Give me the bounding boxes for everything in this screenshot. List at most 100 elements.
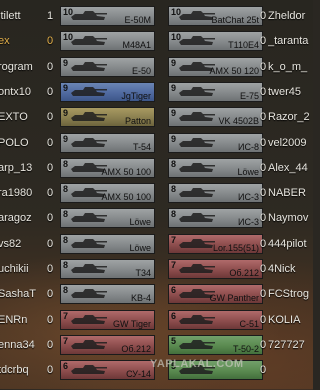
tank-silhouette-icon: [179, 315, 215, 324]
tank-tier: 8: [63, 159, 69, 169]
right-player-name: Naymov: [268, 212, 309, 224]
tank-name: VK 4502B: [218, 116, 259, 126]
tank-silhouette-icon: [179, 264, 215, 273]
right-player-name: twer45: [268, 86, 302, 98]
tank-name: JgTiger: [121, 91, 151, 101]
right-tank-card: 6 C-51: [168, 310, 263, 330]
tank-tier: 8: [63, 209, 69, 219]
left-player-name: POLO: [0, 137, 29, 149]
left-player-frags: 0: [46, 86, 54, 98]
left-player-frags: 1: [46, 10, 54, 22]
right-tank-card: 9 E-75: [168, 82, 263, 102]
tank-silhouette-icon: [179, 340, 215, 349]
tank-silhouette-icon: [71, 87, 107, 96]
tank-silhouette-icon: [71, 315, 107, 324]
watermark: YAPLAKAL.COM: [150, 358, 244, 370]
left-tank-card: 9 Patton: [60, 107, 155, 127]
player-row: SashaT 0 8 KB-4 6 GW Panther 0 FCStrog: [0, 283, 313, 305]
right-player-name: 727727: [268, 339, 305, 351]
right-tank-card: 9 AMX 50 120: [168, 57, 263, 77]
left-player-name: itilett: [0, 10, 21, 22]
tank-name: GW Panther: [209, 293, 259, 303]
tank-silhouette-icon: [71, 213, 107, 222]
right-player-name: Razor_2: [268, 111, 310, 123]
tank-name: T110E4: [228, 40, 259, 50]
tank-name: E-50M: [124, 15, 151, 25]
tank-silhouette-icon: [71, 138, 107, 147]
tank-name: Löwe: [129, 243, 151, 253]
tank-name: Patton: [124, 116, 151, 126]
right-player-name: 444pilot: [268, 238, 307, 250]
tank-tier: 8: [171, 159, 177, 169]
left-player-name: EXTO: [0, 111, 28, 123]
tank-name: M48A1: [122, 40, 151, 50]
left-tank-card: 10 E-50M: [60, 6, 155, 26]
tank-tier: 8: [63, 184, 69, 194]
right-tank-card: 9 ИС-8: [168, 133, 263, 153]
right-tank-card: 7 Об.212: [168, 259, 263, 279]
tank-silhouette-icon: [179, 36, 215, 45]
tank-name: Löwe: [129, 217, 151, 227]
left-tank-card: 9 JgTiger: [60, 82, 155, 102]
right-tank-card: 7 Lor.155(51): [168, 234, 263, 254]
tank-name: T-50-2: [232, 344, 259, 354]
left-player-frags: 0: [46, 238, 54, 250]
right-tank-card: 6 GW Panther: [168, 284, 263, 304]
tank-name: Lor.155(51): [212, 243, 259, 253]
tank-silhouette-icon: [71, 36, 107, 45]
tank-name: Löwe: [237, 167, 259, 177]
left-player-name: vs82: [0, 238, 22, 250]
player-row: uchikii 0 8 T34 7 Об.212 0 4Nick: [0, 258, 313, 280]
left-player-name: ex: [0, 35, 10, 47]
tank-name: ИС-8: [238, 142, 259, 152]
player-row: ra1980 0 8 AMX 50 100 8 ИС-3 0 NABER: [0, 182, 313, 204]
left-player-frags: 0: [46, 314, 54, 326]
tank-tier: 9: [63, 108, 69, 118]
right-tank-card: 8 ИС-3: [168, 183, 263, 203]
right-tank-card: 10 BatChat 25t: [168, 6, 263, 26]
left-tank-card: 8 Löwe: [60, 208, 155, 228]
tank-tier: 5: [171, 336, 177, 346]
right-tank-card: 5 T-50-2: [168, 335, 263, 355]
right-player-name: KOLIA: [268, 314, 301, 326]
player-row: itilett 1 10 E-50M 10 BatChat 25t 0 Zheldor: [0, 5, 313, 27]
right-player-name: FCStrog: [268, 288, 309, 300]
tank-tier: 9: [171, 134, 177, 144]
tank-name: KB-4: [130, 293, 151, 303]
left-player-name: ontx10: [0, 86, 32, 98]
left-player-frags: 0: [46, 364, 54, 376]
right-player-name: vel2009: [268, 137, 307, 149]
player-row: ENRn 0 7 GW Tiger 6 C-51 0 KOLIA: [0, 309, 313, 331]
player-row: vs82 0 8 Löwe 7 Lor.155(51) 0 444pilot: [0, 233, 313, 255]
tank-silhouette-icon: [71, 365, 107, 374]
tank-tier: 7: [171, 235, 177, 245]
left-tank-card: 7 Об.212: [60, 335, 155, 355]
tank-silhouette-icon: [179, 188, 215, 197]
right-player-name: NABER: [268, 187, 306, 199]
tank-silhouette-icon: [179, 213, 215, 222]
left-player-name: tdcrbq: [0, 364, 29, 376]
player-row: EXTO 0 9 Patton 9 VK 4502B 0 Razor_2: [0, 106, 313, 128]
left-tank-card: 10 M48A1: [60, 31, 155, 51]
tank-name: E-50: [131, 66, 151, 76]
left-player-frags: 0: [46, 61, 54, 73]
right-tank-card: 8 Löwe: [168, 158, 263, 178]
left-player-name: ENRn: [0, 314, 28, 326]
tank-silhouette-icon: [179, 239, 215, 248]
tank-name: BatChat 25t: [211, 15, 259, 25]
tank-tier: 9: [171, 58, 177, 68]
left-player-name: rogram: [0, 61, 33, 73]
tank-name: ИС-3: [238, 217, 259, 227]
right-player-name: Zheldor: [268, 10, 306, 22]
left-tank-card: 9 T-54: [60, 133, 155, 153]
tank-tier: 6: [63, 361, 69, 371]
tank-tier: 7: [63, 336, 69, 346]
left-player-name: SashaT: [0, 288, 36, 300]
tank-silhouette-icon: [179, 87, 215, 96]
tank-tier: 6: [171, 311, 177, 321]
tank-silhouette-icon: [179, 163, 215, 172]
left-player-frags: 0: [46, 339, 54, 351]
right-player-name: [268, 361, 320, 379]
tank-silhouette-icon: [71, 264, 107, 273]
right-tank-card: 8 ИС-3: [168, 208, 263, 228]
